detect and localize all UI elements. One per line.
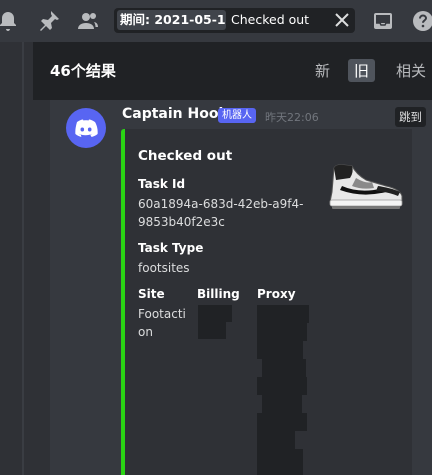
sneaker-thumbnail[interactable] <box>322 158 406 214</box>
site-value-line2: on <box>138 325 153 339</box>
bell-icon[interactable] <box>0 9 20 33</box>
scrollbar-track[interactable] <box>22 42 24 475</box>
site-label: Site <box>138 287 165 301</box>
members-icon[interactable] <box>76 9 100 33</box>
sort-tab-relevant[interactable]: 相关 <box>396 60 426 81</box>
proxy-redaction <box>257 431 295 449</box>
proxy-redaction <box>262 359 306 377</box>
proxy-redaction <box>257 323 307 341</box>
billing-redaction <box>198 322 226 339</box>
task-id-value-line2: 9853b40f2e3c <box>138 215 225 229</box>
help-icon[interactable] <box>411 9 432 33</box>
jump-to-message-button[interactable]: 跳到 <box>395 107 426 127</box>
billing-redaction <box>198 305 232 322</box>
sort-tab-newest[interactable]: 新 <box>315 60 330 81</box>
search-query[interactable]: Checked out <box>231 10 309 30</box>
proxy-redaction <box>257 305 309 323</box>
site-value-line1: Footacti <box>138 307 186 321</box>
message-timestamp: 昨天22:06 <box>265 111 319 124</box>
proxy-redaction <box>257 449 303 475</box>
proxy-redaction <box>262 395 302 413</box>
message-area-background <box>0 42 33 475</box>
clear-search-icon[interactable] <box>333 11 351 29</box>
proxy-redaction <box>257 413 307 431</box>
task-type-label: Task Type <box>138 241 204 255</box>
results-count: 46个结果 <box>50 62 116 80</box>
discord-logo-icon <box>75 119 98 137</box>
proxy-redaction <box>257 341 303 359</box>
message-author[interactable]: Captain Hook <box>122 106 228 122</box>
embed-title: Checked out <box>138 148 233 164</box>
proxy-label: Proxy <box>257 287 296 301</box>
billing-label: Billing <box>197 287 240 301</box>
sort-tab-oldest[interactable]: 旧 <box>348 59 376 82</box>
pin-icon[interactable] <box>37 9 61 33</box>
avatar[interactable] <box>66 108 106 148</box>
task-id-value-line1: 60a1894a-683d-42eb-a9f4- <box>138 197 304 211</box>
task-id-label: Task Id <box>138 177 186 191</box>
task-type-value: footsites <box>138 261 190 275</box>
proxy-redaction <box>257 377 307 395</box>
date-filter-chip[interactable]: 期间: 2021-05-15 <box>117 10 226 30</box>
bot-badge: 机器人 <box>218 108 256 123</box>
inbox-icon[interactable] <box>371 9 395 33</box>
